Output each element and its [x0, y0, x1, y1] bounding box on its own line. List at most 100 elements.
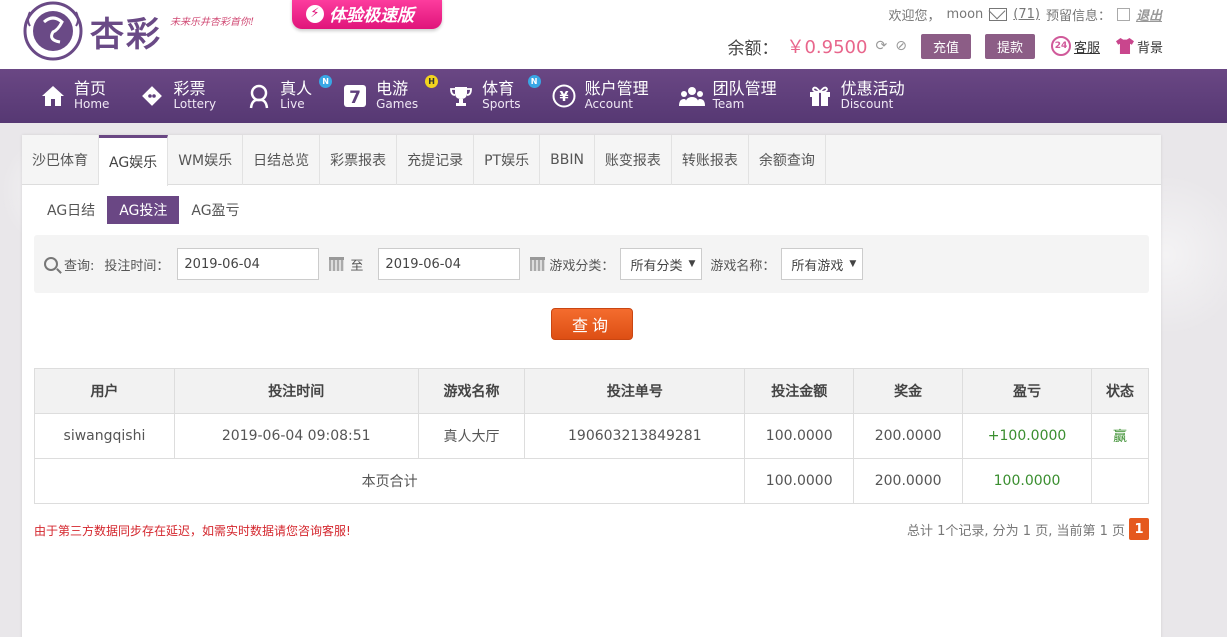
- game-category-value: 所有分类: [630, 258, 683, 274]
- total-bet-amount: 100.0000: [744, 458, 855, 504]
- total-bonus: 200.0000: [853, 458, 964, 504]
- nav-item-account[interactable]: ¥ 账户管理 Account: [551, 79, 649, 110]
- nav-item-lottery[interactable]: 彩票 Lottery: [139, 80, 216, 110]
- lottery-icon: [139, 83, 165, 109]
- col-bet-id: 投注单号: [524, 368, 746, 414]
- date-from-input[interactable]: [177, 248, 320, 280]
- total-label: 本页合计: [33, 458, 746, 504]
- col-bet-amount: 投注金额: [744, 368, 855, 414]
- page-number-current[interactable]: 1: [1129, 518, 1149, 540]
- tab-bbin[interactable]: BBIN: [540, 135, 595, 185]
- calendar-icon[interactable]: [530, 257, 546, 271]
- team-icon: [678, 83, 705, 109]
- nav-sports-en: Sports: [482, 97, 521, 112]
- nav-item-team[interactable]: 团队管理 Team: [678, 80, 777, 112]
- nav-home-cn: 首页: [74, 79, 107, 99]
- col-profit: 盈亏: [962, 368, 1092, 414]
- mail-count-link[interactable]: (71): [1013, 7, 1040, 22]
- refresh-icon[interactable]: ⟳: [875, 38, 887, 54]
- game-category-select[interactable]: 所有分类 ▼: [620, 248, 703, 280]
- background-label: 背景: [1136, 40, 1163, 56]
- balance-label: 余额：: [727, 38, 779, 59]
- live-icon: [246, 83, 272, 109]
- welcome-text: 欢迎您，: [888, 9, 941, 24]
- gift-icon: [807, 83, 833, 109]
- customer-service-label: 客服: [1073, 40, 1100, 56]
- tab-account-change[interactable]: 账变报表: [595, 135, 672, 185]
- game-category-label: 游戏分类：: [549, 258, 615, 274]
- nav-item-home[interactable]: 首页 Home: [40, 79, 109, 110]
- tab-lottery-report[interactable]: 彩票报表: [320, 135, 398, 185]
- game-name-label: 游戏名称：: [710, 258, 776, 274]
- tab-deposit-withdraw[interactable]: 充提记录: [397, 135, 475, 185]
- nav-games-cn: 电游: [376, 79, 409, 99]
- col-bonus: 奖金: [853, 368, 964, 414]
- nav-live-en: Live: [280, 97, 305, 112]
- total-status-empty: [1091, 458, 1149, 504]
- svg-text:¥: ¥: [559, 90, 568, 105]
- game-name-select[interactable]: 所有游戏 ▼: [781, 248, 864, 280]
- tab-daily-overview[interactable]: 日结总览: [243, 135, 321, 185]
- nav-item-live[interactable]: 真人 Live N: [246, 75, 333, 112]
- edit-icon[interactable]: [1116, 8, 1130, 21]
- delay-notice: 由于第三方数据同步存在延迟，如需实时数据请您咨询客服!: [34, 524, 351, 538]
- calendar-icon[interactable]: [329, 257, 345, 271]
- logout-link[interactable]: 退出: [1136, 5, 1162, 24]
- tab-pt[interactable]: PT娱乐: [474, 135, 541, 185]
- logo[interactable]: 杏彩 未来乐井杏彩首你!: [22, 0, 254, 62]
- nav-item-discount[interactable]: 优惠活动 Discount: [807, 79, 905, 112]
- subtab-ag-profit[interactable]: AG盈亏: [179, 196, 251, 224]
- logo-emblem-icon: [23, 1, 83, 61]
- cell-game-name: 真人大厅: [417, 413, 526, 459]
- bet-time-label: 投注时间：: [104, 258, 170, 274]
- tab-saba-sports[interactable]: 沙巴体育: [22, 135, 99, 185]
- report-tabs: 沙巴体育 AG娱乐 WM娱乐 日结总览 彩票报表 充提记录 PT娱乐 BBIN …: [22, 135, 1161, 186]
- deposit-button[interactable]: 充值: [920, 33, 971, 59]
- tab-ag[interactable]: AG娱乐: [99, 135, 169, 186]
- bolt-icon: ⚡: [306, 4, 324, 23]
- query-button[interactable]: 查询: [551, 308, 633, 340]
- total-profit: 100.0000: [962, 458, 1092, 504]
- nav-discount-en: Discount: [840, 97, 894, 112]
- mail-icon[interactable]: [989, 8, 1008, 21]
- cell-bonus: 200.0000: [853, 413, 964, 459]
- table-row: siwangqishi 2019-06-04 09:08:51 真人大厅 190…: [34, 413, 1149, 459]
- nav-item-games[interactable]: 7 电游 Games H: [342, 75, 439, 110]
- svg-text:7: 7: [349, 88, 361, 107]
- tab-wm[interactable]: WM娱乐: [168, 135, 244, 185]
- nav-discount-cn: 优惠活动: [840, 79, 905, 99]
- game-name-value: 所有游戏: [791, 258, 844, 274]
- date-to-input[interactable]: [378, 248, 521, 280]
- col-game-name: 游戏名称: [417, 368, 526, 414]
- to-label: 至: [350, 258, 364, 274]
- yen-icon: ¥: [551, 83, 577, 109]
- nav-team-en: Team: [712, 97, 745, 112]
- subtab-ag-bets[interactable]: AG投注: [107, 196, 180, 224]
- nav-account-cn: 账户管理: [584, 79, 649, 99]
- hide-balance-icon[interactable]: ⊘: [895, 38, 907, 54]
- pagination-summary: 总计 1个记录, 分为 1 页, 当前第 1 页: [906, 523, 1125, 539]
- caret-down-icon: ▼: [688, 259, 696, 269]
- cell-bet-id: 190603213849281: [524, 413, 746, 459]
- username: moon: [946, 7, 984, 22]
- nav-item-sports[interactable]: 体育 Sports N: [448, 75, 541, 112]
- col-user: 用户: [34, 368, 175, 414]
- report-panel: 沙巴体育 AG娱乐 WM娱乐 日结总览 彩票报表 充提记录 PT娱乐 BBIN …: [22, 135, 1161, 637]
- caret-down-icon: ▼: [849, 259, 857, 269]
- tab-balance-query[interactable]: 余额查询: [749, 135, 826, 185]
- subtab-ag-daily[interactable]: AG日结: [35, 196, 107, 224]
- background-link[interactable]: 背景: [1115, 37, 1163, 56]
- speed-version-badge[interactable]: ⚡ 体验极速版: [292, 0, 442, 29]
- customer-service-link[interactable]: 24 客服: [1050, 36, 1100, 56]
- col-status: 状态: [1091, 368, 1149, 414]
- shirt-icon: [1115, 38, 1134, 54]
- withdraw-button[interactable]: 提款: [984, 33, 1035, 59]
- tab-transfer-report[interactable]: 转账报表: [672, 135, 749, 185]
- cell-status: 赢: [1091, 413, 1149, 459]
- cell-bet-amount: 100.0000: [744, 413, 855, 459]
- headset-24-icon: 24: [1050, 36, 1071, 56]
- hot-badge: H: [425, 75, 439, 89]
- main-nav: 首页 Home 彩票 Lottery 真人 Live N 7 电游 Games H 体育…: [0, 69, 1227, 123]
- bet-table: 用户 投注时间 游戏名称 投注单号 投注金额 奖金 盈亏 状态 siwangqi…: [33, 368, 1149, 504]
- speed-badge-label: 体验极速版: [329, 6, 414, 26]
